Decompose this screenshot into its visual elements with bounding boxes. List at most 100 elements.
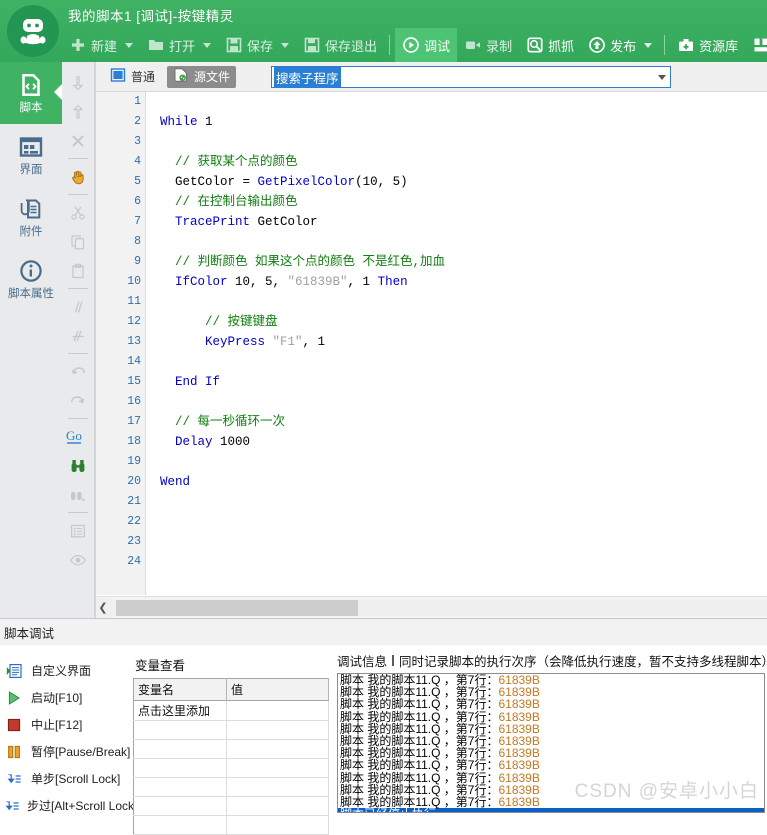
find-binocular-icon[interactable] [65,451,91,480]
code-line[interactable] [146,352,767,372]
code-line[interactable]: Wend [146,472,767,492]
variable-table-cell[interactable] [133,777,227,797]
undo-icon [65,357,91,386]
code-line[interactable] [146,452,767,472]
variable-table-cell[interactable] [226,758,329,778]
code-line[interactable] [146,132,767,152]
code-line[interactable] [146,532,767,552]
editor-mode-source-file[interactable]: 源文件 [167,65,237,88]
variable-table-row[interactable] [133,758,329,778]
variable-table-row[interactable] [133,815,329,835]
code-token: Delay [160,435,213,449]
variable-table-cell[interactable] [133,796,227,816]
editor-mode-normal-view[interactable]: 普通 [104,66,161,88]
code-line[interactable]: // 获取某个点的颜色 [146,152,767,172]
debug-button-pause[interactable]: 暂停[Pause/Break] [0,738,133,765]
variable-table-cell[interactable] [226,796,329,816]
info-circle-icon [19,259,43,286]
variable-table-row[interactable]: 点击这里添加 [133,700,329,721]
debug-button-custom-ui[interactable]: 自定义界面 [0,657,133,684]
variable-table-cell[interactable] [133,758,227,778]
code-line[interactable] [146,292,767,312]
code-line[interactable] [146,492,767,512]
editor-mode-bar: 普通 源文件 搜索子程序 [96,62,767,92]
line-number: 13 [127,335,141,348]
toolbar-button-save-exit[interactable]: 保存退出 [296,28,384,62]
code-editor[interactable]: While 1 // 获取某个点的颜色 GetColor = GetPixelC… [146,92,767,595]
line-number: 21 [127,495,141,508]
sidebar-item-info-circle[interactable]: 脚本属性 [0,248,62,310]
code-line[interactable] [146,392,767,412]
tool-strip-divider [68,194,88,195]
record-order-checkbox[interactable] [392,655,395,666]
line-number: 14 [127,355,141,368]
code-line[interactable]: // 判断颜色 如果这个点的颜色 不是红色,加血 [146,252,767,272]
code-line[interactable]: Delay 1000 [146,432,767,452]
debug-button-step-into[interactable]: 单步[Scroll Lock] [0,765,133,792]
toolbar-button-toolbox[interactable]: 资源库 [670,28,745,62]
sidebar-item-code-file[interactable]: 脚本 [0,62,62,124]
plus-icon [69,37,86,54]
toolbar-button-label: 资源库 [699,38,739,54]
code-line[interactable]: KeyPress "F1", 1 [146,332,767,352]
code-line[interactable] [146,232,767,252]
variable-table-cell[interactable] [133,720,227,740]
variable-watch-table[interactable]: 变量名值 点击这里添加 [133,678,329,835]
toolbar-button-book[interactable]: 学 [745,28,767,62]
attachment-icon [19,197,43,224]
toolbar-button-publish-up[interactable]: 发布 [581,28,659,62]
debug-log-list[interactable]: 脚本 我的脚本11.Q ，第7行：61839B 脚本 我的脚本11.Q ，第7行：… [337,673,765,813]
variable-table-cell[interactable] [226,777,329,797]
variable-table-row[interactable] [133,720,329,740]
debug-button-stop[interactable]: 中止[F12] [0,711,133,738]
variable-table-cell[interactable] [226,720,329,740]
variable-table-cell[interactable] [226,815,329,835]
toolbar-button-save-disk[interactable]: 保存 [218,28,296,62]
horizontal-scrollbar-thumb[interactable] [116,599,358,616]
left-sidebar: 脚本 界面 附件 脚本属性 [0,62,62,618]
chevron-down-icon[interactable] [203,42,212,48]
code-line[interactable]: While 1 [146,112,767,132]
variable-table-cell[interactable] [226,700,329,721]
line-number: 6 [134,195,141,208]
chevron-down-icon[interactable] [644,42,653,48]
code-line[interactable]: IfColor 10, 5, "61839B", 1 Then [146,272,767,292]
code-line[interactable]: End If [146,372,767,392]
horizontal-scrollbar[interactable] [110,599,767,616]
variable-table-cell[interactable] [226,739,329,759]
sidebar-item-ui-window[interactable]: 界面 [0,124,62,186]
variable-table-cell[interactable] [133,815,227,835]
code-line[interactable]: // 每一秒循环一次 [146,412,767,432]
chevron-left-icon[interactable]: ❮ [96,597,110,618]
code-line[interactable]: // 按键键盘 [146,312,767,332]
subroutine-search-select[interactable]: 搜索子程序 [271,66,671,88]
variable-table-row[interactable] [133,777,329,797]
variable-table-cell[interactable]: 点击这里添加 [133,700,227,721]
debug-button-step-over[interactable]: 步过[Alt+Scroll Lock] [0,792,137,819]
code-token: Wend [160,475,191,489]
code-line[interactable] [146,512,767,532]
code-token: GetColor = [160,175,258,189]
variable-table-row[interactable] [133,739,329,759]
go-icon[interactable]: Go [65,422,91,451]
toolbar-button-play-circle[interactable]: 调试 [395,28,458,62]
chevron-down-icon[interactable] [658,75,666,80]
variable-table-cell[interactable] [133,739,227,759]
sidebar-item-attachment[interactable]: 附件 [0,186,62,248]
code-line[interactable] [146,92,767,112]
hand-drag-icon[interactable] [65,162,91,191]
stop-icon [4,717,24,733]
variable-table-row[interactable] [133,796,329,816]
code-line[interactable]: // 在控制台输出颜色 [146,192,767,212]
chevron-down-icon[interactable] [125,42,134,48]
code-line[interactable]: GetColor = GetPixelColor(10, 5) [146,172,767,192]
chevron-down-icon[interactable] [281,42,290,48]
toolbar-button-folder[interactable]: 打开 [140,28,218,62]
toolbar-button-plus[interactable]: 新建 [62,28,140,62]
toolbar-button-camcorder[interactable]: 录制 [457,28,519,62]
debug-button-play[interactable]: 启动[F10] [0,684,133,711]
toolbar-button-capture[interactable]: 抓抓 [519,28,581,62]
debug-log-line[interactable]: 脚本已经停止执行 [338,808,764,812]
code-line[interactable] [146,552,767,572]
code-line[interactable]: TracePrint GetColor [146,212,767,232]
